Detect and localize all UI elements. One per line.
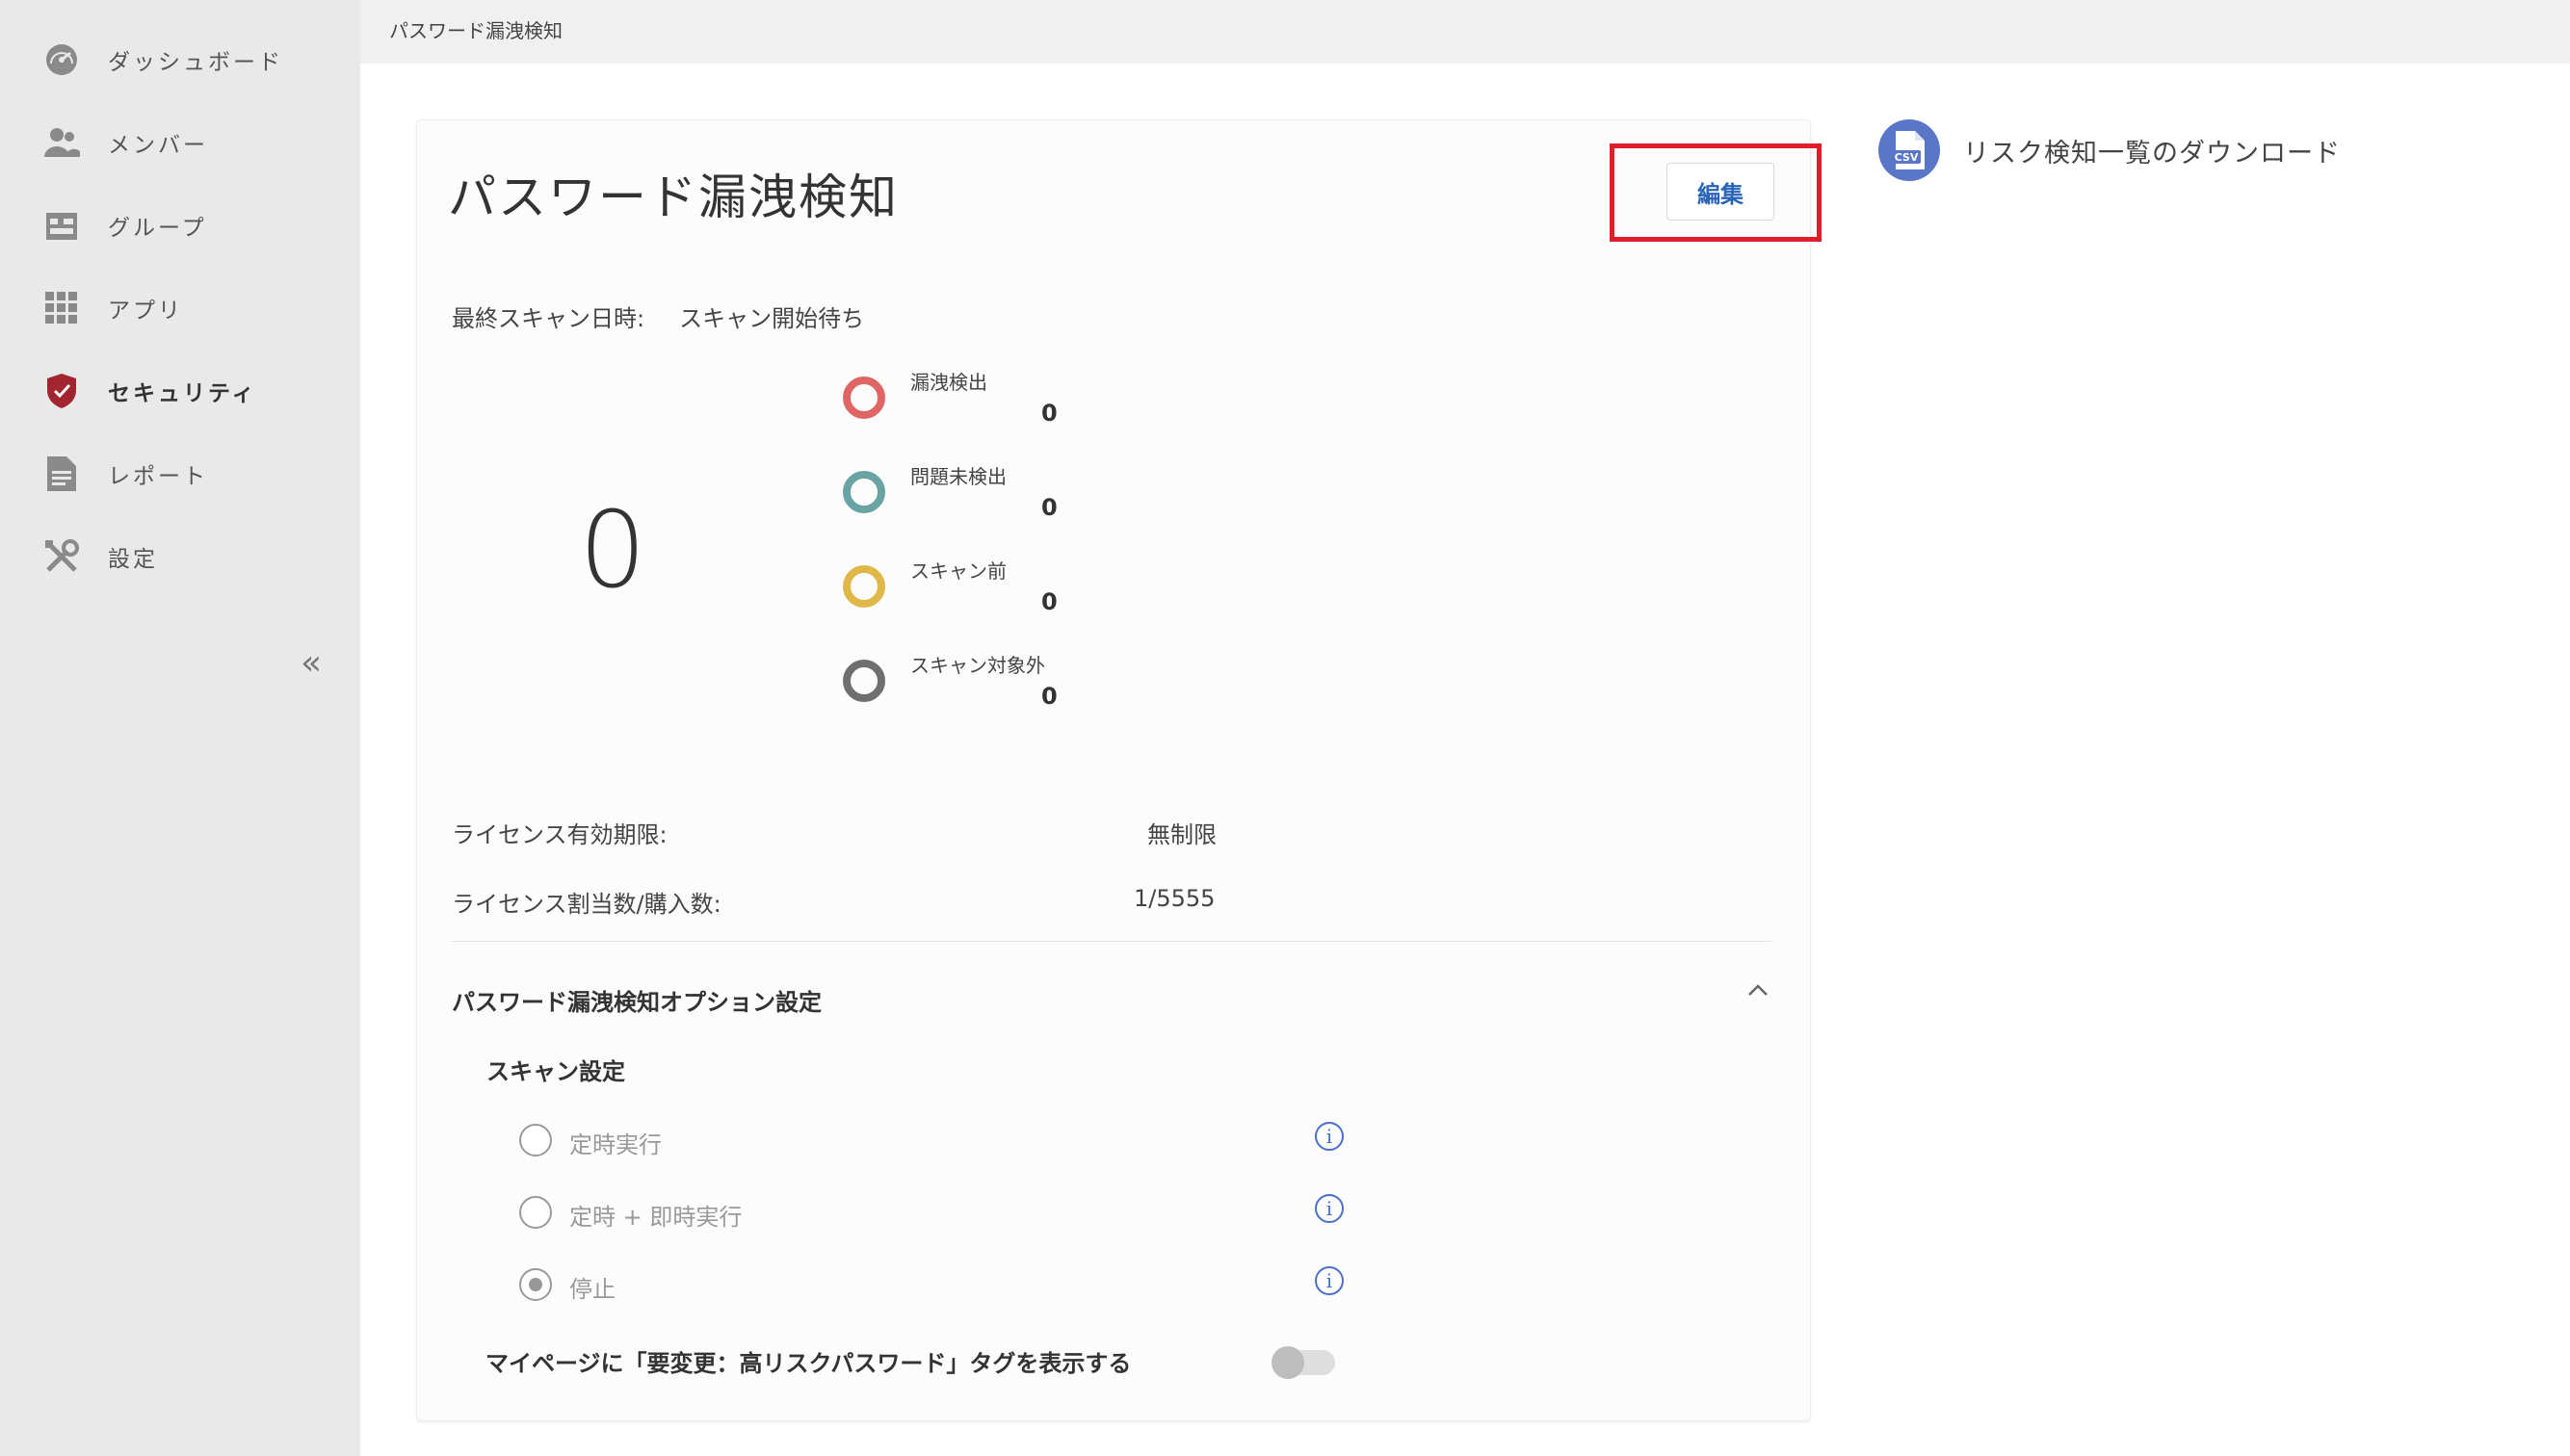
info-icon[interactable]: i bbox=[1315, 1194, 1344, 1223]
last-scan-label: 最終スキャン日時: bbox=[452, 305, 645, 332]
radio-label: 停止 bbox=[569, 1276, 616, 1303]
radio-button[interactable] bbox=[519, 1268, 552, 1301]
sidebar-item-apps[interactable]: アプリ bbox=[42, 279, 183, 337]
ring-icon bbox=[843, 471, 885, 513]
top-bar: パスワード漏洩検知 bbox=[360, 0, 2570, 64]
license-expiry-value: 無制限 bbox=[1147, 821, 1217, 848]
stat-label: 問題未検出 bbox=[910, 465, 1007, 488]
scan-option-scheduled-immediate: 定時 + 即時実行 i bbox=[519, 1194, 1386, 1233]
toggle-knob bbox=[1272, 1346, 1304, 1379]
apps-grid-icon bbox=[42, 289, 81, 327]
ring-icon bbox=[843, 565, 885, 608]
chevron-up-icon[interactable] bbox=[1746, 975, 1770, 1004]
radio-button[interactable] bbox=[519, 1196, 552, 1229]
option-section-title: パスワード漏洩検知オプション設定 bbox=[452, 989, 822, 1016]
stat-value: 0 bbox=[1041, 588, 1058, 615]
license-expiry-label: ライセンス有効期限: bbox=[452, 821, 668, 848]
license-alloc-row: ライセンス割当数/購入数: 1/5555 bbox=[452, 885, 1319, 919]
scan-option-stop: 停止 i bbox=[519, 1266, 1386, 1305]
sidebar-item-label: ダッシュボード bbox=[108, 50, 283, 75]
sidebar-item-label: グループ bbox=[108, 216, 207, 241]
report-icon bbox=[42, 455, 81, 493]
license-alloc-label: ライセンス割当数/購入数: bbox=[452, 891, 721, 918]
radio-button[interactable] bbox=[519, 1124, 552, 1157]
license-expiry-row: ライセンス有効期限: 無制限 bbox=[452, 816, 1319, 849]
csv-file-icon: CSV bbox=[1878, 119, 1940, 181]
sidebar-item-label: メンバー bbox=[108, 133, 208, 158]
stat-leak-detected: 漏洩検出 0 bbox=[843, 367, 1093, 444]
ring-icon bbox=[843, 377, 885, 419]
tag-toggle-switch[interactable] bbox=[1272, 1346, 1335, 1379]
stat-before-scan: スキャン前 0 bbox=[843, 556, 1093, 633]
page-title: パスワード漏洩検知 bbox=[448, 169, 899, 225]
sidebar-item-label: セキュリティ bbox=[108, 381, 257, 406]
shield-icon bbox=[42, 372, 81, 410]
last-scan-row: 最終スキャン日時: スキャン開始待ち bbox=[452, 299, 864, 333]
total-count: 0 bbox=[579, 488, 646, 611]
sidebar-item-dashboard[interactable]: ダッシュボード bbox=[42, 31, 283, 89]
sidebar-item-report[interactable]: レポート bbox=[42, 445, 208, 503]
sidebar: ダッシュボード メンバー グループ アプリ セキュリティ レポート 設定 « bbox=[0, 0, 360, 1456]
sidebar-item-group[interactable]: グループ bbox=[42, 196, 207, 254]
stat-value: 0 bbox=[1041, 400, 1058, 427]
tools-icon bbox=[42, 537, 81, 576]
stat-value: 0 bbox=[1041, 683, 1058, 710]
stat-excluded: スキャン対象外 0 bbox=[843, 650, 1093, 727]
edit-button[interactable]: 編集 bbox=[1666, 163, 1774, 221]
radio-label: 定時 + 即時実行 bbox=[569, 1204, 743, 1231]
stat-label: スキャン前 bbox=[910, 559, 1007, 583]
stat-label: 漏洩検出 bbox=[910, 371, 987, 394]
info-icon[interactable]: i bbox=[1315, 1122, 1344, 1151]
sidebar-item-label: アプリ bbox=[108, 299, 183, 324]
sidebar-item-label: レポート bbox=[108, 464, 208, 489]
breadcrumb: パスワード漏洩検知 bbox=[389, 19, 563, 42]
dashboard-icon bbox=[42, 40, 81, 79]
sidebar-item-label: 設定 bbox=[108, 547, 158, 572]
tag-toggle-label: マイページに「要変更：高リスクパスワード」タグを表示する bbox=[485, 1350, 1132, 1377]
last-scan-value: スキャン開始待ち bbox=[679, 305, 865, 332]
stat-value: 0 bbox=[1041, 494, 1058, 521]
ring-icon bbox=[843, 660, 885, 702]
info-icon[interactable]: i bbox=[1315, 1266, 1344, 1295]
collapse-sidebar-button[interactable]: « bbox=[301, 643, 322, 683]
scan-option-scheduled: 定時実行 i bbox=[519, 1122, 1386, 1160]
scan-setting-title: スキャン設定 bbox=[486, 1058, 625, 1085]
password-leak-card: パスワード漏洩検知 編集 最終スキャン日時: スキャン開始待ち 0 漏洩検出 0 … bbox=[416, 119, 1822, 1421]
license-alloc-value: 1/5555 bbox=[1134, 885, 1216, 912]
stat-label: スキャン対象外 bbox=[910, 654, 1045, 677]
download-risk-list-link[interactable]: CSV リスク検知一覧のダウンロード bbox=[1878, 119, 2341, 181]
svg-text:CSV: CSV bbox=[1895, 151, 1919, 164]
stat-no-issue: 問題未検出 0 bbox=[843, 461, 1093, 538]
download-label: リスク検知一覧のダウンロード bbox=[1963, 138, 2341, 169]
members-icon bbox=[42, 123, 81, 162]
divider bbox=[452, 941, 1771, 942]
sidebar-item-security[interactable]: セキュリティ bbox=[42, 362, 257, 420]
radio-label: 定時実行 bbox=[569, 1131, 662, 1158]
sidebar-item-settings[interactable]: 設定 bbox=[42, 528, 158, 585]
sidebar-item-members[interactable]: メンバー bbox=[42, 114, 208, 171]
group-icon bbox=[42, 206, 81, 245]
